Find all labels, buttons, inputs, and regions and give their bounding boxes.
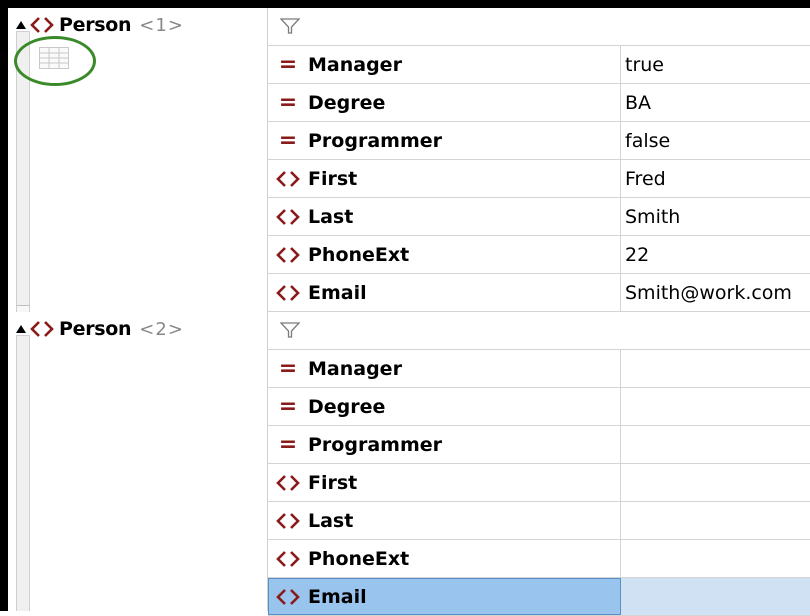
highlight-ellipse (14, 36, 96, 86)
window-left-border (0, 0, 8, 611)
row-name: Email (308, 585, 367, 608)
row-name: Email (308, 281, 367, 304)
element-brackets-icon (268, 208, 308, 226)
row-name: First (308, 167, 358, 190)
name-cell[interactable]: = Manager (268, 350, 621, 387)
filter-icon[interactable] (279, 18, 301, 38)
element-brackets-icon (268, 284, 308, 302)
filter-row[interactable] (268, 8, 810, 46)
row-name: Last (308, 509, 354, 532)
row-name: Degree (308, 395, 386, 418)
attribute-icon: = (278, 431, 298, 457)
attribute-icon: = (278, 51, 298, 77)
element-brackets-icon (268, 588, 308, 606)
value-cell[interactable] (621, 350, 810, 387)
name-cell[interactable]: = Degree (268, 388, 621, 425)
attribute-table: = Manager true = Degree BA = Programmer … (268, 46, 810, 312)
attribute-icon: = (278, 393, 298, 419)
name-cell[interactable]: = Manager (268, 46, 621, 83)
table-row[interactable]: First (268, 464, 810, 502)
table-row[interactable]: = Programmer (268, 426, 810, 464)
element-brackets-icon (30, 320, 54, 338)
table-row[interactable]: = Degree (268, 388, 810, 426)
window-top-border (0, 0, 810, 8)
table-row-selected[interactable]: Email (268, 578, 810, 616)
table-row[interactable]: PhoneExt 22 (268, 236, 810, 274)
element-scroll-bar[interactable] (16, 335, 30, 611)
element-header: Person <1> (14, 14, 184, 36)
row-name: First (308, 471, 358, 494)
element-brackets-icon (268, 512, 308, 530)
table-row[interactable]: PhoneExt (268, 540, 810, 578)
value-cell[interactable]: 22 (621, 236, 810, 273)
name-cell[interactable]: First (268, 160, 621, 197)
value-cell[interactable] (621, 464, 810, 501)
person-block-2: Person <2> = Manager = Degree = Programm… (8, 312, 810, 616)
attribute-table: = Manager = Degree = Programmer First La… (268, 350, 810, 616)
row-name: Programmer (308, 433, 442, 456)
element-header: Person <2> (14, 318, 184, 340)
element-brackets-icon (268, 550, 308, 568)
attribute-icon: = (278, 127, 298, 153)
table-row[interactable]: First Fred (268, 160, 810, 198)
element-scroll-bar-end (16, 305, 30, 312)
value-cell[interactable]: Smith@work.com (621, 274, 810, 311)
name-cell[interactable]: Last (268, 502, 621, 539)
attribute-icon: = (278, 355, 298, 381)
name-cell[interactable]: PhoneExt (268, 236, 621, 273)
name-cell[interactable]: Last (268, 198, 621, 235)
row-name: PhoneExt (308, 243, 410, 266)
value-cell[interactable] (621, 578, 810, 615)
table-row[interactable]: Last Smith (268, 198, 810, 236)
name-cell[interactable]: PhoneExt (268, 540, 621, 577)
value-cell[interactable] (621, 426, 810, 463)
value-cell[interactable]: Fred (621, 160, 810, 197)
value-cell[interactable]: BA (621, 84, 810, 121)
name-cell[interactable]: = Programmer (268, 122, 621, 159)
attribute-icon: = (278, 89, 298, 115)
value-cell[interactable]: true (621, 46, 810, 83)
table-row[interactable]: = Manager true (268, 46, 810, 84)
name-cell[interactable]: Email (268, 274, 621, 311)
row-name: Degree (308, 91, 386, 114)
row-name: Programmer (308, 129, 442, 152)
value-cell[interactable]: false (621, 122, 810, 159)
table-row[interactable]: = Programmer false (268, 122, 810, 160)
value-cell[interactable] (621, 388, 810, 425)
element-index: <1> (139, 14, 184, 36)
row-name: Manager (308, 357, 402, 380)
element-brackets-icon (268, 170, 308, 188)
person-block-1: Person <1> = Manager true = Degree BA = … (8, 8, 810, 312)
triangle-up-icon[interactable] (14, 21, 28, 29)
element-header-column: Person <2> (8, 312, 268, 611)
element-brackets-icon (268, 246, 308, 264)
element-header-column: Person <1> (8, 8, 268, 312)
name-cell[interactable]: First (268, 464, 621, 501)
value-cell[interactable] (621, 502, 810, 539)
table-row[interactable]: = Degree BA (268, 84, 810, 122)
element-name: Person (59, 14, 132, 36)
row-name: PhoneExt (308, 547, 410, 570)
filter-icon[interactable] (279, 322, 301, 342)
table-row[interactable]: = Manager (268, 350, 810, 388)
row-name: Manager (308, 53, 402, 76)
element-name: Person (59, 318, 132, 340)
element-brackets-icon (30, 16, 54, 34)
element-index: <2> (139, 318, 184, 340)
filter-row[interactable] (268, 312, 810, 350)
element-brackets-icon (268, 474, 308, 492)
table-row[interactable]: Email Smith@work.com (268, 274, 810, 312)
name-cell[interactable]: = Degree (268, 84, 621, 121)
name-cell[interactable]: Email (268, 578, 621, 615)
row-name: Last (308, 205, 354, 228)
table-row[interactable]: Last (268, 502, 810, 540)
triangle-up-icon[interactable] (14, 325, 28, 333)
value-cell[interactable]: Smith (621, 198, 810, 235)
value-cell[interactable] (621, 540, 810, 577)
name-cell[interactable]: = Programmer (268, 426, 621, 463)
